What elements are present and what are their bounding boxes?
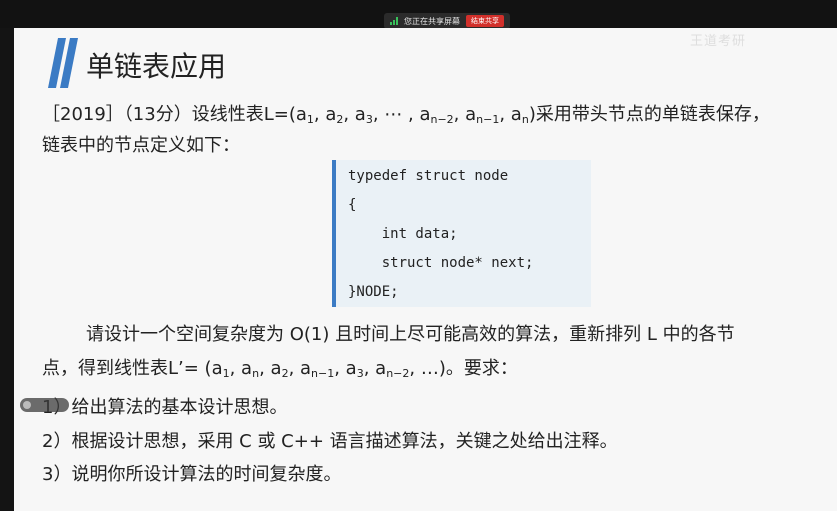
signal-icon [390,17,398,25]
code-line: int data; [348,226,458,242]
floating-avatar-chip[interactable] [20,398,69,412]
code-line: struct node* next; [348,255,534,271]
title-slash-icon [48,38,78,88]
code-line: typedef struct node [348,168,509,184]
question-prefix: ［2019］（13分）设线性表L=(a [42,104,307,125]
screen-share-indicator: 您正在共享屏幕 结束共享 [384,13,510,29]
requirement-3: 3）说明你所设计算法的时间复杂度。 [42,464,342,485]
requirement-2: 2）根据设计思想，采用 C 或 C++ 语言描述算法，关键之处给出注释。 [42,431,618,452]
code-line: { [348,197,357,213]
body-line-1: 请设计一个空间复杂度为 O(1) 且时间上尽可能高效的算法，重新排列 L 中的各… [86,324,735,345]
question-line-2: 链表中的节点定义如下： [42,135,240,156]
question-suffix: 采用带头节点的单链表保存， [535,104,770,125]
body-line-2: 点，得到线性表L’= (a1, an, a2, an−1, a3, an−2, … [42,358,518,380]
watermark-logo: 王道考研 [690,34,747,49]
question-line-1: ［2019］（13分）设线性表L=(a1, a2, a3, ⋯ , an−2, … [42,104,770,126]
end-share-button[interactable]: 结束共享 [466,15,504,27]
left-border [0,28,14,511]
code-line: }NODE; [348,284,399,300]
body-line-2-suffix: …)。要求： [420,358,518,379]
body-line-2-prefix: 点，得到线性表L’= (a [42,358,223,379]
requirement-1: 1）给出算法的基本设计思想。 [42,397,288,418]
avatar-icon [23,401,31,409]
page-title: 单链表应用 [86,50,227,83]
share-status-text: 您正在共享屏幕 [404,16,460,26]
